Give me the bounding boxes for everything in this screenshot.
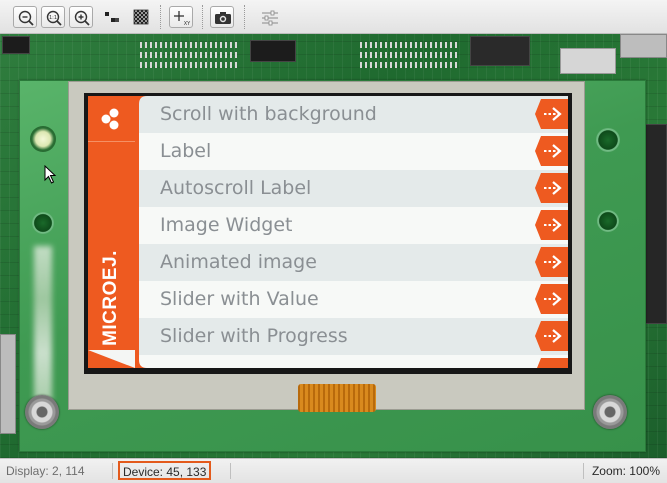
status-bar: Display: 2, 114 Device: 45, 133 Zoom: 10… xyxy=(0,458,667,483)
device-coordinates: Device: 45, 133 xyxy=(118,461,212,480)
toolbar-separator xyxy=(202,5,203,29)
board-pin-header xyxy=(140,62,240,68)
list-item-partial[interactable] xyxy=(135,355,568,368)
arrow-right-icon[interactable] xyxy=(535,247,568,277)
arrow-right-icon[interactable] xyxy=(535,358,568,368)
zoom-reset-label: 1:1 xyxy=(49,15,57,21)
board-led xyxy=(30,126,56,152)
board-pin-header xyxy=(360,62,460,68)
board-connector xyxy=(0,334,16,434)
toolbar: 1:1 XY xyxy=(0,0,667,34)
screw xyxy=(593,395,627,429)
arrow-right-icon[interactable] xyxy=(535,284,568,314)
toolbar-separator xyxy=(160,5,161,29)
board-connector xyxy=(620,34,667,58)
arrow-right-icon[interactable] xyxy=(535,173,568,203)
brand-wordmark: MICROEJ. xyxy=(100,250,121,346)
board-pin-header xyxy=(360,52,460,58)
list-item-label: Animated image xyxy=(160,251,317,273)
status-separator xyxy=(112,463,113,479)
list-item-label: Label xyxy=(160,140,212,162)
screw xyxy=(25,395,59,429)
board-led xyxy=(597,210,619,232)
camera-icon xyxy=(215,12,231,24)
list-item-label: Slider with Progress xyxy=(160,325,348,347)
device-viewport[interactable]: Scroll with background Label Autoscroll … xyxy=(0,34,667,458)
pixel-grid-icon xyxy=(105,12,119,22)
board-chip xyxy=(470,36,530,66)
checkerboard-button[interactable] xyxy=(129,6,153,28)
zoom-out-icon xyxy=(18,10,34,26)
screenshot-button[interactable] xyxy=(210,6,234,28)
list-item[interactable]: Label xyxy=(135,133,568,170)
checkerboard-icon xyxy=(133,9,149,25)
display-coordinates: Display: 2, 114 xyxy=(6,464,85,478)
logo-area xyxy=(88,96,135,142)
list-item[interactable]: Slider with Value xyxy=(135,281,568,318)
board-chip xyxy=(2,36,30,54)
board-connector xyxy=(560,48,616,74)
board-led xyxy=(32,212,54,234)
toolbar-separator xyxy=(244,5,245,29)
list-item[interactable]: Slider with Progress xyxy=(135,318,568,355)
status-separator xyxy=(230,463,231,479)
brand-sidebar: MICROEJ. xyxy=(88,96,135,368)
device-screen[interactable]: Scroll with background Label Autoscroll … xyxy=(88,96,568,368)
zoom-level: Zoom: 100% xyxy=(591,464,660,478)
list-item[interactable]: Autoscroll Label xyxy=(135,170,568,207)
mouse-pointer-icon xyxy=(44,165,57,184)
list-item[interactable]: Image Widget xyxy=(135,207,568,244)
zoom-reset-button[interactable]: 1:1 xyxy=(41,6,65,28)
flex-cable xyxy=(298,384,376,412)
zoom-in-icon xyxy=(74,10,90,26)
status-separator xyxy=(583,463,584,479)
settings-button[interactable] xyxy=(258,6,282,28)
widget-list[interactable]: Scroll with background Label Autoscroll … xyxy=(135,96,568,368)
list-item-label: Scroll with background xyxy=(160,103,377,125)
pointer-coordinates-label: XY xyxy=(184,21,191,27)
blurred-text xyxy=(34,246,52,406)
zoom-out-button[interactable] xyxy=(13,6,37,28)
list-item-label: Image Widget xyxy=(160,214,293,236)
board-pin-header xyxy=(360,42,460,48)
arrow-right-icon[interactable] xyxy=(535,321,568,351)
arrow-right-icon[interactable] xyxy=(535,210,568,240)
board-pin-header xyxy=(140,42,240,48)
list-item-label: Autoscroll Label xyxy=(160,177,312,199)
pointer-coordinates-button[interactable]: XY xyxy=(169,6,193,28)
microej-logo-icon xyxy=(101,108,119,130)
list-corner-mask xyxy=(135,96,147,368)
settings-sliders-icon xyxy=(262,10,278,26)
list-item-label: Slider with Value xyxy=(160,288,319,310)
arrow-right-icon[interactable] xyxy=(535,99,568,129)
zoom-reset-icon: 1:1 xyxy=(46,10,62,26)
board-led xyxy=(596,128,620,152)
board-pin-header xyxy=(140,52,240,58)
list-item[interactable]: Animated image xyxy=(135,244,568,281)
zoom-in-button[interactable] xyxy=(69,6,93,28)
sidebar-tip xyxy=(88,350,135,368)
arrow-right-icon[interactable] xyxy=(535,136,568,166)
pixel-grid-button[interactable] xyxy=(100,6,124,28)
pointer-coordinates-icon: XY xyxy=(174,11,191,27)
board-chip xyxy=(250,40,296,62)
list-item[interactable]: Scroll with background xyxy=(135,96,568,133)
